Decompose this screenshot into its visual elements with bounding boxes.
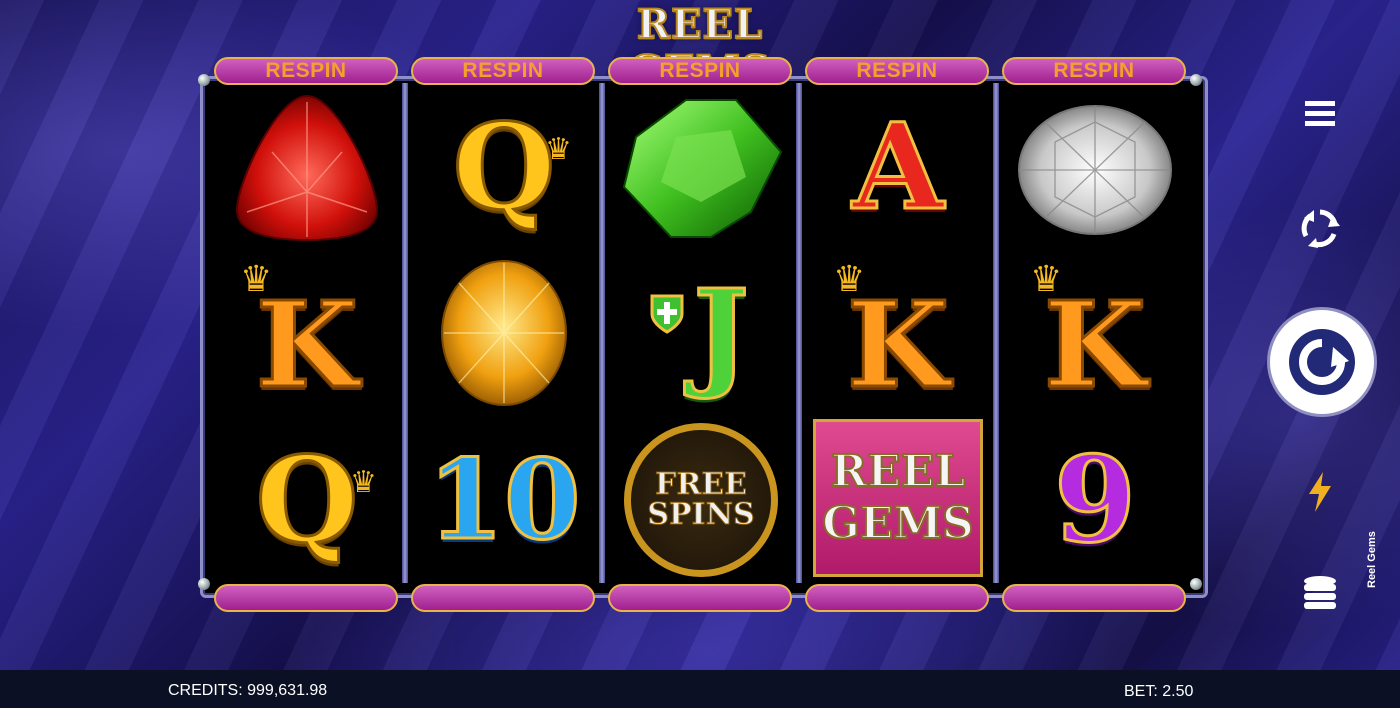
bet-value: 2.50 (1162, 683, 1194, 700)
yellow-gem-icon (441, 260, 567, 406)
crown-icon: ♛ (350, 466, 377, 499)
symbol-k-letter: K (1042, 275, 1148, 414)
symbol-9-number: 9 (1052, 430, 1137, 569)
menu-button[interactable] (1296, 90, 1344, 138)
free-spins-ring: FREE SPINS (624, 423, 778, 577)
symbol-reel-gems: REEL GEMS (813, 419, 983, 577)
respin-button-reel-3[interactable]: RESPIN (608, 57, 792, 85)
reel-divider (993, 83, 999, 583)
symbol-q: Q ♛ (222, 425, 392, 575)
reel-bottom-plate (608, 584, 792, 612)
reel-bottom-plate (214, 584, 398, 612)
symbol-j: J (616, 258, 786, 408)
shield-icon (650, 294, 684, 334)
symbol-white-diamond (1010, 92, 1180, 242)
symbol-k: ♛ K (813, 258, 983, 408)
symbol-10-number: 10 (426, 435, 582, 564)
reel-gems-scatter: REEL GEMS (813, 419, 983, 577)
autoplay-button[interactable] (1296, 204, 1344, 252)
lightning-icon (1309, 472, 1331, 512)
symbol-q: Q ♛ (419, 92, 589, 242)
crown-icon: ♛ (833, 258, 866, 299)
symbol-k: ♛ K (222, 258, 392, 408)
status-bar: CREDITS: 999,631.98 BET: 2.50 (0, 670, 1400, 708)
credits-value: 999,631.98 (247, 682, 328, 699)
reel-bottom-plate (805, 584, 989, 612)
symbol-k-letter: K (254, 275, 360, 414)
bet-button[interactable] (1296, 568, 1344, 616)
autoplay-icon (1301, 209, 1340, 248)
reel-gems-text-line2: GEMS (821, 497, 975, 550)
spin-button[interactable] (1270, 310, 1374, 414)
symbol-q-letter: Q (254, 430, 360, 569)
green-gem-icon (622, 99, 783, 238)
symbol-q-letter: Q (451, 97, 557, 236)
symbol-a: A (813, 92, 983, 242)
symbol-yellow-gem (419, 258, 589, 408)
frame-rivet (198, 74, 210, 86)
frame-rivet (1190, 74, 1202, 86)
respin-button-reel-1[interactable]: RESPIN (214, 57, 398, 85)
frame-rivet (1190, 578, 1202, 590)
symbol-green-gem (616, 92, 786, 242)
turbo-button[interactable] (1296, 468, 1344, 516)
respin-button-reel-2[interactable]: RESPIN (411, 57, 595, 85)
free-spins-text-line1: FREE (655, 467, 748, 502)
reel-divider (599, 83, 605, 583)
symbol-a-letter: A (851, 97, 946, 236)
reel-bottom-plate (411, 584, 595, 612)
symbol-red-gem (222, 92, 392, 242)
symbol-10: 10 (419, 425, 589, 575)
red-gem-icon (235, 94, 379, 242)
respin-button-reel-4[interactable]: RESPIN (805, 57, 989, 85)
white-diamond-icon (1018, 105, 1172, 235)
reel-divider (402, 83, 408, 583)
reel-divider (796, 83, 802, 583)
bet-display: BET: 2.50 (1124, 683, 1193, 701)
symbol-k: ♛ K (1010, 258, 1180, 408)
symbol-free-spins: FREE SPINS (616, 423, 786, 577)
menu-icon (1305, 101, 1335, 126)
credits-display: CREDITS: 999,631.98 (168, 682, 327, 700)
crown-icon: ♛ (1030, 258, 1063, 299)
reel-bottom-plate (1002, 584, 1186, 612)
bet-label: BET: (1124, 683, 1158, 700)
reel-gems-text-line1: REEL (830, 445, 967, 498)
respin-button-reel-5[interactable]: RESPIN (1002, 57, 1186, 85)
credits-label: CREDITS: (168, 682, 243, 699)
symbol-9: 9 (1010, 425, 1180, 575)
game-name-vertical: Reel Gems (1366, 531, 1378, 589)
spin-icon (1289, 329, 1355, 395)
crown-icon: ♛ (545, 133, 572, 166)
symbol-j-letter: J (692, 263, 751, 402)
symbol-k-letter: K (845, 275, 951, 414)
free-spins-text-line2: SPINS (647, 497, 755, 532)
coin-stack-icon (1304, 576, 1336, 609)
crown-icon: ♛ (240, 258, 273, 299)
frame-rivet (198, 578, 210, 590)
game-logo: REEL GEMS (628, 1, 771, 95)
